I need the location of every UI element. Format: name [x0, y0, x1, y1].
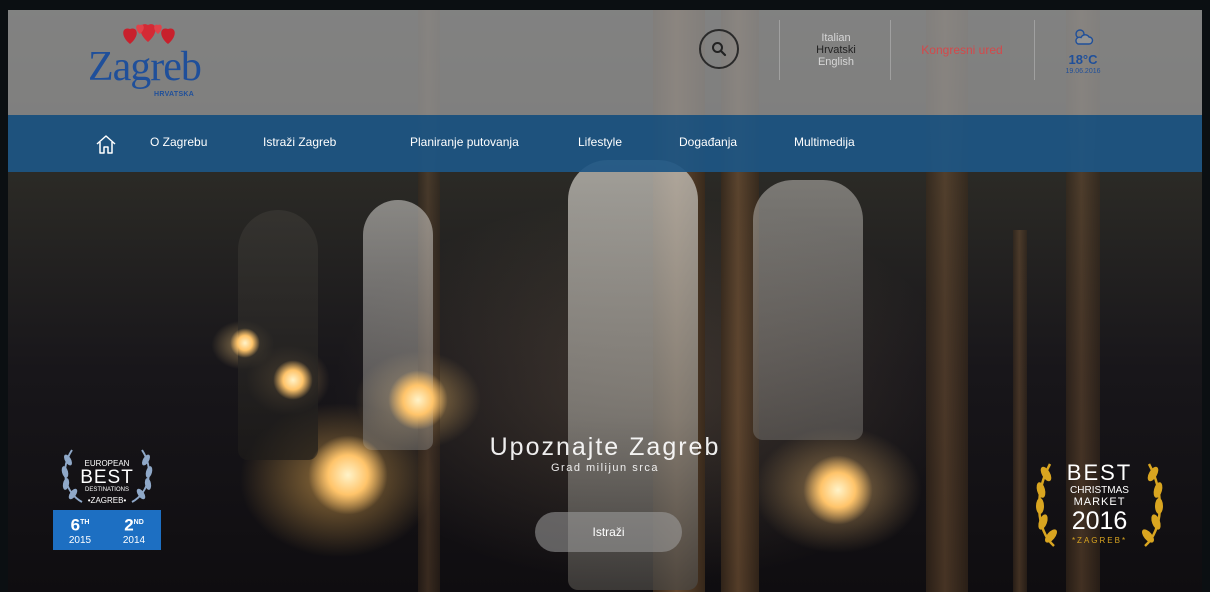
- nav-item-istrazi-zagreb[interactable]: Istraži Zagreb: [263, 135, 336, 149]
- explore-button[interactable]: Istraži: [535, 512, 682, 552]
- header-divider: [779, 20, 780, 80]
- xmas-line-christmas: CHRISTMAS: [1070, 485, 1129, 496]
- nav-item-lifestyle[interactable]: Lifestyle: [578, 135, 622, 149]
- rank-2014: 2ND 2014: [107, 510, 161, 550]
- home-icon[interactable]: [95, 133, 117, 155]
- european-best-destinations-badge[interactable]: EUROPEAN BEST DESTINATIONS •ZAGREB• 6TH …: [52, 446, 162, 550]
- rank-number: 6: [70, 515, 81, 535]
- xmas-year: 2016: [1071, 507, 1128, 535]
- weather-widget: 18°C 19.06.2016: [1038, 28, 1128, 76]
- page: Zagreb HRVATSKA Italian Hrvatski English…: [8, 10, 1202, 592]
- language-croatian[interactable]: Hrvatski: [786, 44, 886, 56]
- logo-subtitle: HRVATSKA: [154, 91, 195, 98]
- rank-number: 2: [124, 515, 134, 535]
- header-divider: [890, 20, 891, 80]
- weather-date: 19.06.2016: [1065, 68, 1101, 75]
- nav-item-o-zagrebu[interactable]: O Zagrebu: [150, 135, 207, 149]
- nav-item-multimedija[interactable]: Multimedija: [794, 135, 855, 149]
- hero-title: Upoznajte Zagreb: [489, 433, 721, 461]
- lantern-light: [273, 360, 313, 400]
- lantern-light: [230, 328, 260, 358]
- badge-rankings: 6TH 2015 2ND 2014: [53, 510, 161, 550]
- search-button[interactable]: [699, 29, 739, 69]
- main-navigation: O Zagrebu Istraži Zagreb Planiranje puto…: [8, 115, 1202, 172]
- rank-suffix: TH: [80, 519, 90, 526]
- language-switcher: Italian Hrvatski English: [786, 32, 886, 68]
- top-header: Zagreb HRVATSKA Italian Hrvatski English…: [8, 10, 1202, 115]
- nav-item-dogadanja[interactable]: Događanja: [679, 135, 737, 149]
- language-english[interactable]: English: [786, 56, 886, 68]
- rank-suffix: ND: [133, 519, 144, 526]
- badge-line-best: BEST: [80, 467, 134, 488]
- rank-year: 2015: [68, 534, 92, 546]
- best-christmas-market-badge[interactable]: BEST CHRISTMAS MARKET 2016 *ZAGREB*: [1032, 454, 1167, 554]
- rank-year: 2014: [122, 534, 146, 546]
- nav-item-planiranje-putovanja[interactable]: Planiranje putovanja: [410, 135, 519, 149]
- xmas-city: *ZAGREB*: [1071, 536, 1128, 545]
- language-italian[interactable]: Italian: [786, 32, 886, 44]
- walking-person: [753, 180, 863, 440]
- xmas-line-best: BEST: [1066, 460, 1133, 485]
- logo-title: Zagreb: [88, 44, 202, 90]
- weather-temperature: 18°C: [1068, 52, 1098, 67]
- badge-line-destinations: DESTINATIONS: [85, 487, 129, 493]
- rank-2015: 6TH 2015: [53, 510, 107, 550]
- search-icon: [712, 42, 727, 57]
- congress-office-link[interactable]: Kongresni ured: [892, 43, 1032, 57]
- header-divider: [1034, 20, 1035, 80]
- cloud-sun-icon: [1075, 29, 1094, 45]
- tree-trunk: [1013, 230, 1027, 592]
- zagreb-logo[interactable]: Zagreb HRVATSKA: [88, 20, 218, 104]
- badge-line-zagreb: •ZAGREB•: [87, 496, 127, 505]
- hero-subtitle: Grad milijun srca: [550, 462, 660, 474]
- lantern-light: [388, 370, 448, 430]
